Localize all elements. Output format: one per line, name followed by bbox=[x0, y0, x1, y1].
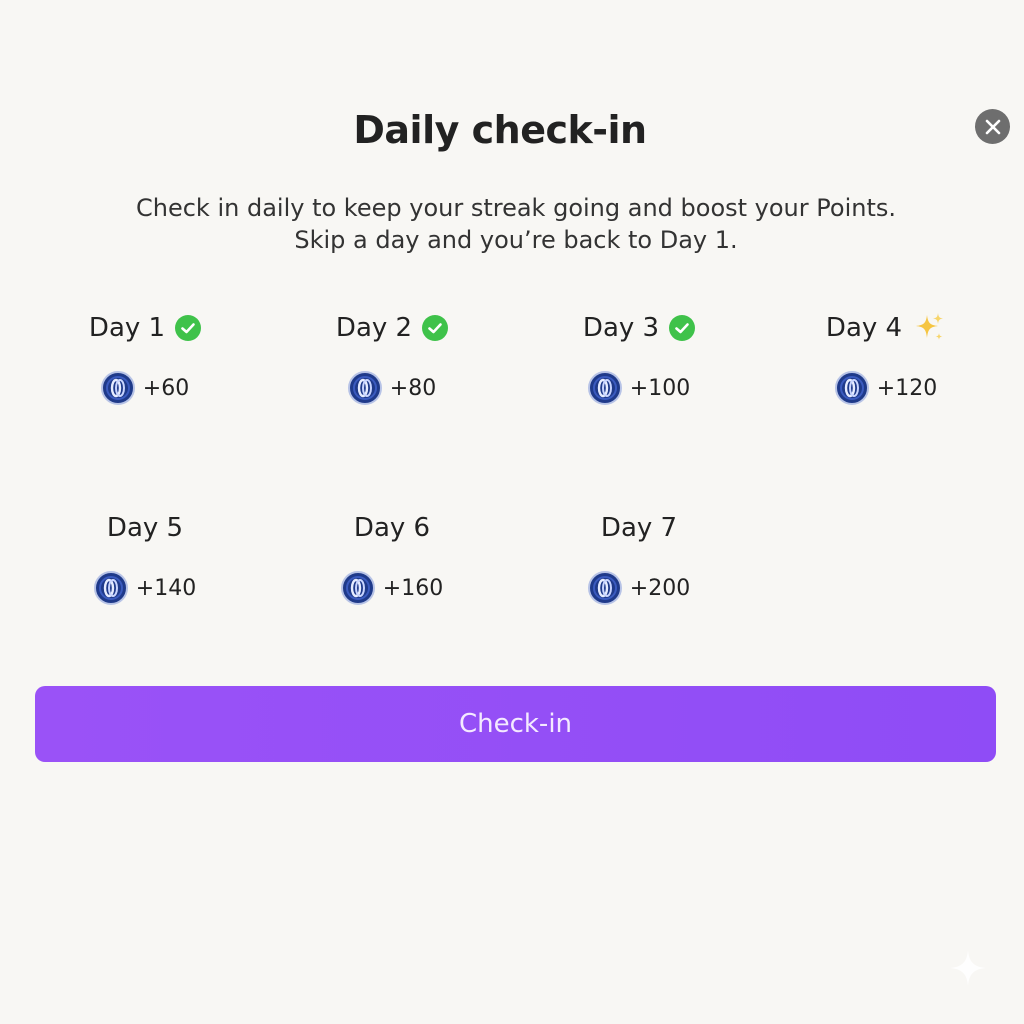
description-line-2: Skip a day and you’re back to Day 1. bbox=[294, 226, 738, 254]
description-line-1: Check in daily to keep your streak going… bbox=[136, 194, 896, 222]
day-item-1: Day 1 +60 bbox=[65, 310, 225, 406]
day-item-5: Day 5 +140 bbox=[65, 510, 225, 606]
sparkle-watermark-icon bbox=[950, 950, 986, 986]
points-coin-icon bbox=[100, 371, 135, 405]
day-label: Day 1 bbox=[88, 313, 166, 343]
reward-points: +100 bbox=[629, 375, 691, 401]
reward-points: +80 bbox=[389, 375, 437, 401]
day-item-2: Day 2 +80 bbox=[312, 310, 472, 406]
close-button[interactable] bbox=[975, 109, 1010, 144]
dialog-description: Check in daily to keep your streak going… bbox=[0, 192, 1024, 256]
check-circle-icon bbox=[175, 315, 202, 341]
daily-checkin-dialog: Daily check-in Check in daily to keep yo… bbox=[0, 0, 1024, 1024]
day-item-7: Day 7 +200 bbox=[559, 510, 719, 606]
points-coin-icon bbox=[347, 371, 382, 405]
day-item-6: Day 6 +160 bbox=[312, 510, 472, 606]
check-in-button[interactable]: Check-in bbox=[35, 686, 996, 762]
points-coin-icon bbox=[587, 571, 622, 605]
day-item-3: Day 3 +100 bbox=[559, 310, 719, 406]
check-circle-icon bbox=[422, 315, 449, 341]
sparkle-icon bbox=[912, 311, 946, 345]
points-coin-icon bbox=[93, 571, 128, 605]
day-label: Day 6 bbox=[353, 513, 431, 543]
dialog-title: Daily check-in bbox=[353, 108, 647, 152]
check-circle-icon bbox=[669, 315, 696, 341]
day-label: Day 2 bbox=[335, 313, 413, 343]
reward-points: +140 bbox=[135, 575, 197, 601]
points-coin-icon bbox=[587, 371, 622, 405]
close-icon bbox=[985, 119, 1000, 134]
points-coin-icon bbox=[340, 571, 375, 605]
day-label: Day 7 bbox=[600, 513, 678, 543]
reward-points: +120 bbox=[876, 375, 938, 401]
day-label: Day 5 bbox=[106, 513, 184, 543]
reward-points: +160 bbox=[382, 575, 444, 601]
day-label: Day 4 bbox=[825, 313, 903, 343]
day-label: Day 3 bbox=[582, 313, 660, 343]
day-item-4: Day 4 +120 bbox=[806, 310, 966, 406]
reward-points: +60 bbox=[142, 375, 190, 401]
points-coin-icon bbox=[834, 371, 869, 405]
reward-points: +200 bbox=[629, 575, 691, 601]
